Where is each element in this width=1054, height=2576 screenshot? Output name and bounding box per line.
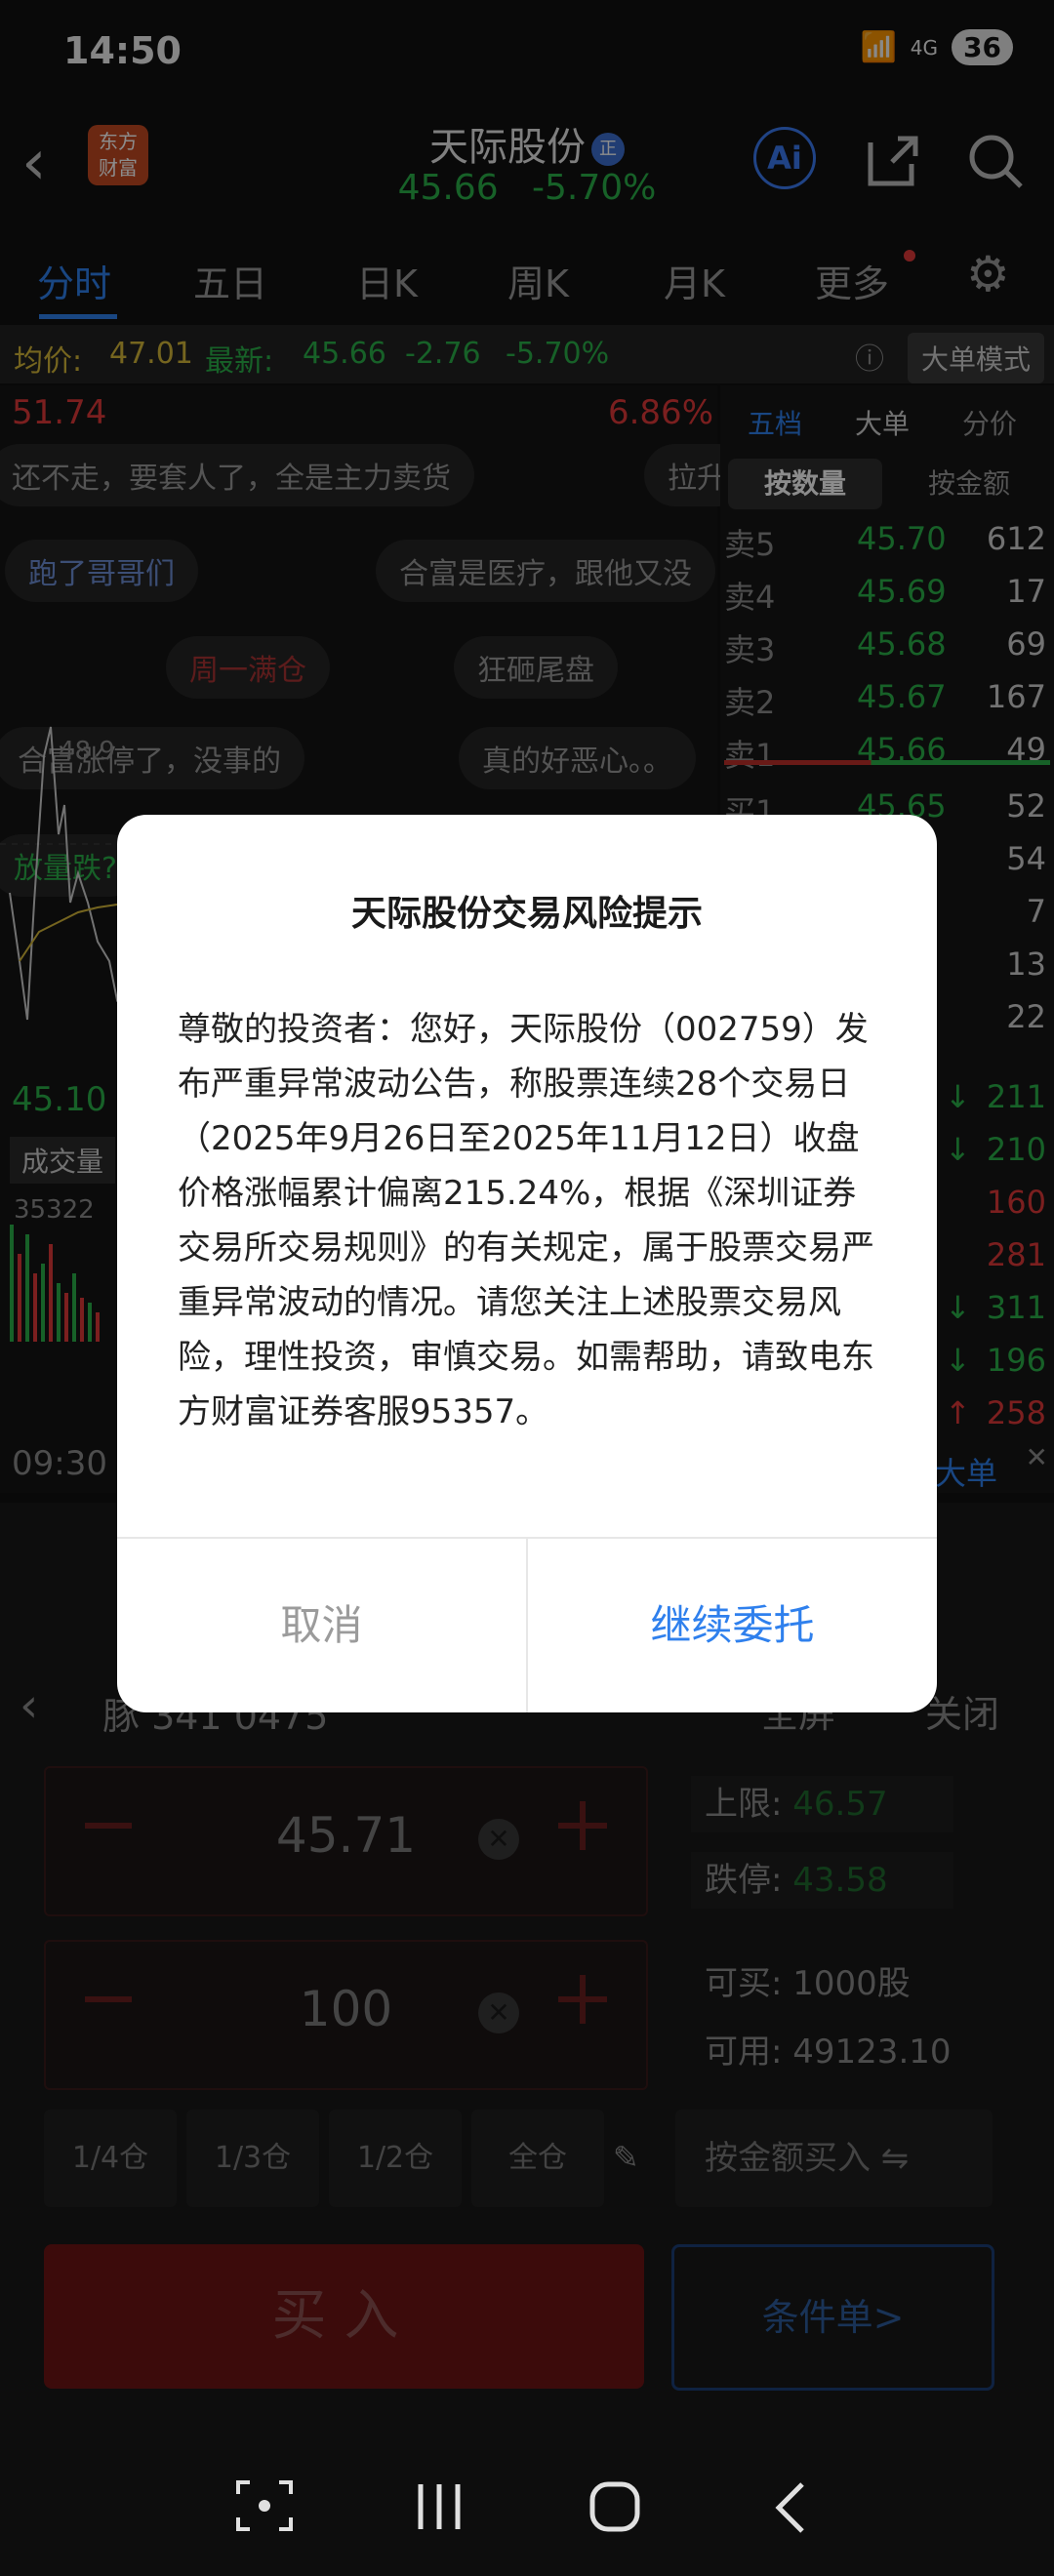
dialog-continue-button[interactable]: 继续委托 xyxy=(528,1539,937,1712)
dialog-cancel-button[interactable]: 取消 xyxy=(117,1539,526,1712)
dialog-body: 尊敬的投资者：您好，天际股份（002759）发布严重异常波动公告，称股票连续28… xyxy=(178,1010,874,1431)
recent-apps-icon[interactable] xyxy=(415,2480,464,2545)
screenshot-capture-icon[interactable] xyxy=(234,2478,295,2545)
dialog-title: 天际股份交易风险提示 xyxy=(350,894,703,934)
back-icon[interactable] xyxy=(771,2480,810,2547)
risk-warning-dialog: 天际股份交易风险提示 尊敬的投资者：您好，天际股份（002759）发布严重异常波… xyxy=(117,815,937,1712)
system-nav-bar xyxy=(0,2439,1054,2576)
home-icon[interactable] xyxy=(588,2480,641,2545)
